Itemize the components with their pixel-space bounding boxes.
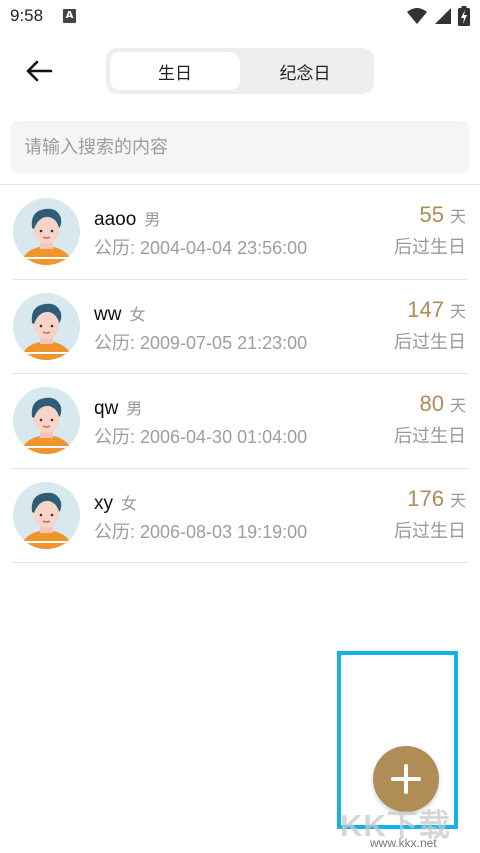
countdown-label: 后过生日	[394, 426, 466, 447]
plus-icon	[391, 764, 421, 794]
person-name-text: aaoo	[94, 209, 137, 230]
gender-label: 女	[129, 306, 146, 324]
person-name: xy 女	[94, 490, 137, 515]
avatar	[13, 481, 80, 549]
days-number: 147	[407, 296, 444, 322]
birth-date: 公历: 2004-04-04 23:56:00	[94, 238, 308, 258]
tab-anniversary[interactable]: 纪念日	[240, 52, 370, 90]
days-remaining: 147 天	[407, 297, 466, 323]
gender-label: 男	[144, 212, 161, 229]
notification-icon: A	[63, 9, 76, 23]
avatar	[13, 198, 80, 265]
countdown-label: 后过生日	[394, 520, 466, 542]
person-name-text: ww	[94, 303, 122, 325]
list-item[interactable]: aaoo 男 公历: 2004-04-04 23:56:00 55 天 后过生日	[0, 185, 480, 280]
boy-avatar-icon	[13, 387, 80, 454]
row-divider	[12, 562, 468, 563]
battery-charging-icon	[458, 6, 470, 26]
countdown-label: 后过生日	[394, 331, 466, 353]
avatar	[13, 292, 80, 360]
days-unit: 天	[449, 492, 466, 510]
days-remaining: 80 天	[420, 391, 467, 417]
birth-date: 公历: 2009-07-05 21:23:00	[94, 332, 308, 353]
countdown-label: 后过生日	[394, 237, 466, 258]
person-name: ww 女	[94, 301, 145, 326]
birthday-list: aaoo 男 公历: 2004-04-04 23:56:00 55 天 后过生日 w…	[0, 185, 480, 563]
boy-avatar-icon	[13, 292, 80, 360]
birth-date: 公历: 2006-08-03 19:19:00	[94, 521, 308, 542]
segmented-tabs: 生日 纪念日	[106, 48, 374, 94]
status-time: 9:58	[10, 6, 44, 25]
list-item[interactable]: ww 女 公历: 2009-07-05 21:23:00 147 天 后过生日	[0, 280, 480, 374]
avatar	[13, 387, 80, 454]
watermark-url: www.kkx.net	[370, 836, 437, 850]
days-remaining: 176 天	[407, 486, 466, 512]
person-name-text: xy	[94, 492, 113, 514]
boy-avatar-icon	[13, 198, 80, 265]
days-number: 55	[419, 202, 444, 227]
days-number: 176	[407, 485, 444, 511]
signal-icon	[435, 8, 451, 24]
days-remaining: 55 天	[420, 202, 467, 228]
person-name: qw 男	[94, 395, 142, 420]
status-icons	[406, 5, 470, 27]
list-item[interactable]: xy 女 公历: 2006-08-03 19:19:00 176 天 后过生日	[0, 469, 480, 563]
list-item[interactable]: qw 男 公历: 2006-04-30 01:04:00 80 天 后过生日	[0, 374, 480, 469]
search-input[interactable]	[24, 136, 456, 158]
days-number: 80	[419, 391, 444, 416]
back-button[interactable]	[24, 56, 54, 86]
boy-avatar-icon	[13, 481, 80, 549]
status-bar: 9:58 A	[0, 0, 480, 34]
watermark: KK下载 www.kkx.net	[340, 800, 476, 850]
wifi-icon	[407, 8, 427, 24]
person-name: aaoo 男	[94, 206, 160, 231]
tab-birthday[interactable]: 生日	[110, 52, 240, 90]
days-unit: 天	[449, 303, 466, 321]
search-bar	[10, 121, 470, 173]
birth-date: 公历: 2006-04-30 01:04:00	[94, 427, 308, 447]
arrow-left-icon	[26, 60, 53, 82]
gender-label: 男	[126, 401, 143, 418]
gender-label: 女	[121, 495, 138, 513]
days-unit: 天	[449, 209, 466, 226]
days-unit: 天	[449, 398, 466, 415]
person-name-text: qw	[94, 398, 119, 419]
